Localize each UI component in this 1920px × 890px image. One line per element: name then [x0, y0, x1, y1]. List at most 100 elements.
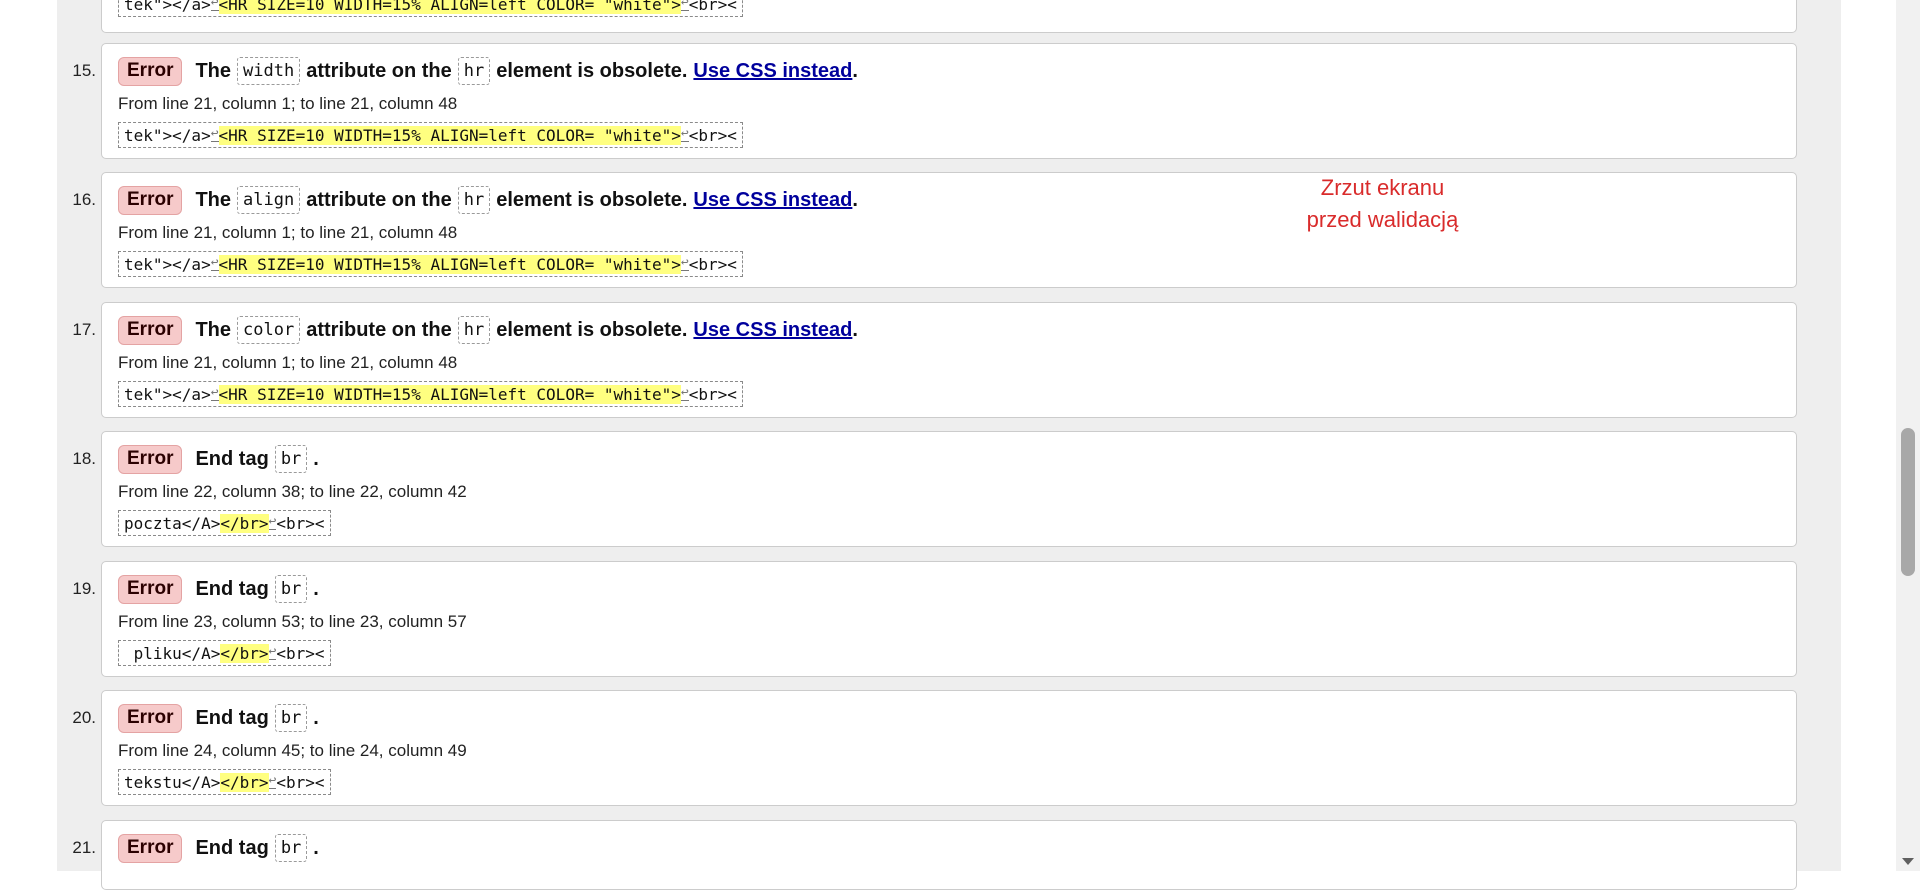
message-heading: Error End tag br.	[118, 444, 319, 474]
error-badge: Error	[118, 444, 183, 474]
message-heading: Error End tag br.	[118, 703, 319, 733]
element-name: br	[274, 445, 308, 473]
error-badge: Error	[118, 315, 183, 345]
code-extract: tek"></a>↩<HR SIZE=10 WIDTH=15% ALIGN=le…	[118, 122, 743, 148]
extract-after: <br><	[688, 126, 737, 145]
element-name: hr	[457, 186, 491, 214]
line-break-icon: ↩	[268, 514, 277, 530]
extract-before: tek"></a>	[124, 385, 211, 404]
error-badge: Error	[118, 574, 183, 604]
element-name: hr	[457, 316, 491, 344]
message-text: End tag	[195, 706, 269, 729]
message-text: element is obsolete.	[496, 188, 688, 211]
message-number: 21.	[72, 838, 96, 857]
line-break-icon: ↩	[210, 126, 219, 142]
screenshot-annotation: Zrzut ekranu przed walidacją	[1280, 172, 1485, 236]
extract-after: <br><	[276, 644, 325, 663]
message-location: From line 21, column 1; to line 21, colu…	[118, 223, 458, 242]
code-extract: tek"></a>↩<HR SIZE=10 WIDTH=15% ALIGN=le…	[118, 251, 743, 277]
vertical-scrollbar[interactable]	[1896, 0, 1920, 871]
message-end: .	[313, 706, 319, 729]
message-card: Error The width attribute on the hr elem…	[101, 43, 1797, 159]
extract-after: <br><	[276, 514, 325, 533]
line-break-icon: ↩	[210, 385, 219, 401]
code-extract: pliku</A> </br> ↩ <br><	[118, 640, 331, 666]
extract-before-tag: </a>	[172, 0, 211, 14]
message-end: .	[852, 318, 858, 341]
extract-before: pliku</A>	[124, 644, 221, 663]
scrollbar-thumb[interactable]	[1901, 428, 1915, 576]
message-card-partial: tek"> </a> ↩ <HR SIZE=10 WIDTH=15% ALIGN=le…	[101, 0, 1797, 33]
attribute-name: width	[237, 57, 301, 85]
line-break-icon: ↩	[210, 0, 219, 11]
message-heading: Error End tag br.	[118, 574, 319, 604]
line-break-icon: ↩	[680, 385, 689, 401]
extract-highlight: </br>	[220, 773, 269, 792]
message-text: attribute on the	[306, 188, 452, 211]
message-number: 19.	[72, 579, 96, 598]
message-card: Error The align attribute on the hr elem…	[101, 172, 1797, 288]
annotation-line: Zrzut ekranu	[1320, 175, 1445, 200]
line-break-icon: ↩	[680, 0, 689, 11]
message-text: The	[195, 318, 232, 341]
message-text: element is obsolete.	[496, 59, 688, 82]
message-card: Error End tag br.	[101, 820, 1797, 890]
message-end: .	[313, 447, 319, 470]
message-card: Error The color attribute on the hr elem…	[101, 302, 1797, 418]
extract-highlight: </br>	[220, 514, 269, 533]
message-text: attribute on the	[306, 59, 452, 82]
message-card: Error End tag br. From line 23, column 5…	[101, 561, 1797, 677]
line-break-icon: ↩	[680, 126, 689, 142]
extract-highlight: </br>	[220, 644, 269, 663]
message-number: 16.	[72, 190, 96, 209]
extract-highlight: <HR SIZE=10 WIDTH=15% ALIGN=left COLOR= …	[218, 126, 681, 145]
message-text: The	[195, 59, 232, 82]
message-end: .	[852, 188, 858, 211]
message-location: From line 24, column 45; to line 24, col…	[118, 741, 467, 760]
message-text: attribute on the	[306, 318, 452, 341]
scroll-down-arrow-icon[interactable]	[1902, 858, 1914, 865]
message-end: .	[852, 59, 858, 82]
message-text: End tag	[195, 577, 269, 600]
extract-after: <br><	[276, 773, 325, 792]
error-badge: Error	[118, 56, 183, 86]
extract-before: tekstu</A>	[124, 773, 221, 792]
line-break-icon: ↩	[268, 773, 277, 789]
extract-after: <br><	[688, 255, 737, 274]
attribute-name: color	[237, 316, 301, 344]
error-badge: Error	[118, 185, 183, 215]
error-badge: Error	[118, 833, 183, 863]
message-heading: Error The align attribute on the hr elem…	[118, 185, 858, 215]
element-name: br	[274, 834, 308, 862]
extract-highlight: <HR SIZE=10 WIDTH=15% ALIGN=left COLOR= …	[218, 385, 681, 404]
line-break-icon: ↩	[210, 255, 219, 271]
message-end: .	[313, 836, 319, 859]
message-number: 17.	[72, 320, 96, 339]
message-text: The	[195, 188, 232, 211]
line-break-icon: ↩	[268, 644, 277, 660]
element-name: br	[274, 704, 308, 732]
message-number: 15.	[72, 61, 96, 80]
attribute-name: align	[237, 186, 301, 214]
code-extract: tekstu</A> </br> ↩ <br><	[118, 769, 331, 795]
message-end: .	[313, 577, 319, 600]
extract-before: tek"></a>	[124, 255, 211, 274]
message-text: End tag	[195, 836, 269, 859]
message-number: 20.	[72, 708, 96, 727]
message-location: From line 21, column 1; to line 21, colu…	[118, 94, 458, 113]
message-heading: Error End tag br.	[118, 833, 319, 863]
extract-after: <br><	[688, 0, 737, 14]
message-location: From line 21, column 1; to line 21, colu…	[118, 353, 458, 372]
extract-before: tek">	[124, 0, 173, 14]
extract-highlight: <HR SIZE=10 WIDTH=15% ALIGN=left COLOR= …	[218, 0, 681, 14]
use-css-link[interactable]: Use CSS instead	[693, 189, 852, 212]
code-extract: tek"></a>↩<HR SIZE=10 WIDTH=15% ALIGN=le…	[118, 0, 743, 17]
message-location: From line 22, column 38; to line 22, col…	[118, 482, 467, 501]
message-location: From line 23, column 53; to line 23, col…	[118, 612, 467, 631]
message-heading: Error The color attribute on the hr elem…	[118, 315, 858, 345]
use-css-link[interactable]: Use CSS instead	[693, 60, 852, 83]
message-card: Error End tag br. From line 24, column 4…	[101, 690, 1797, 806]
use-css-link[interactable]: Use CSS instead	[693, 319, 852, 342]
extract-after: <br><	[688, 385, 737, 404]
message-card: Error End tag br. From line 22, column 3…	[101, 431, 1797, 547]
